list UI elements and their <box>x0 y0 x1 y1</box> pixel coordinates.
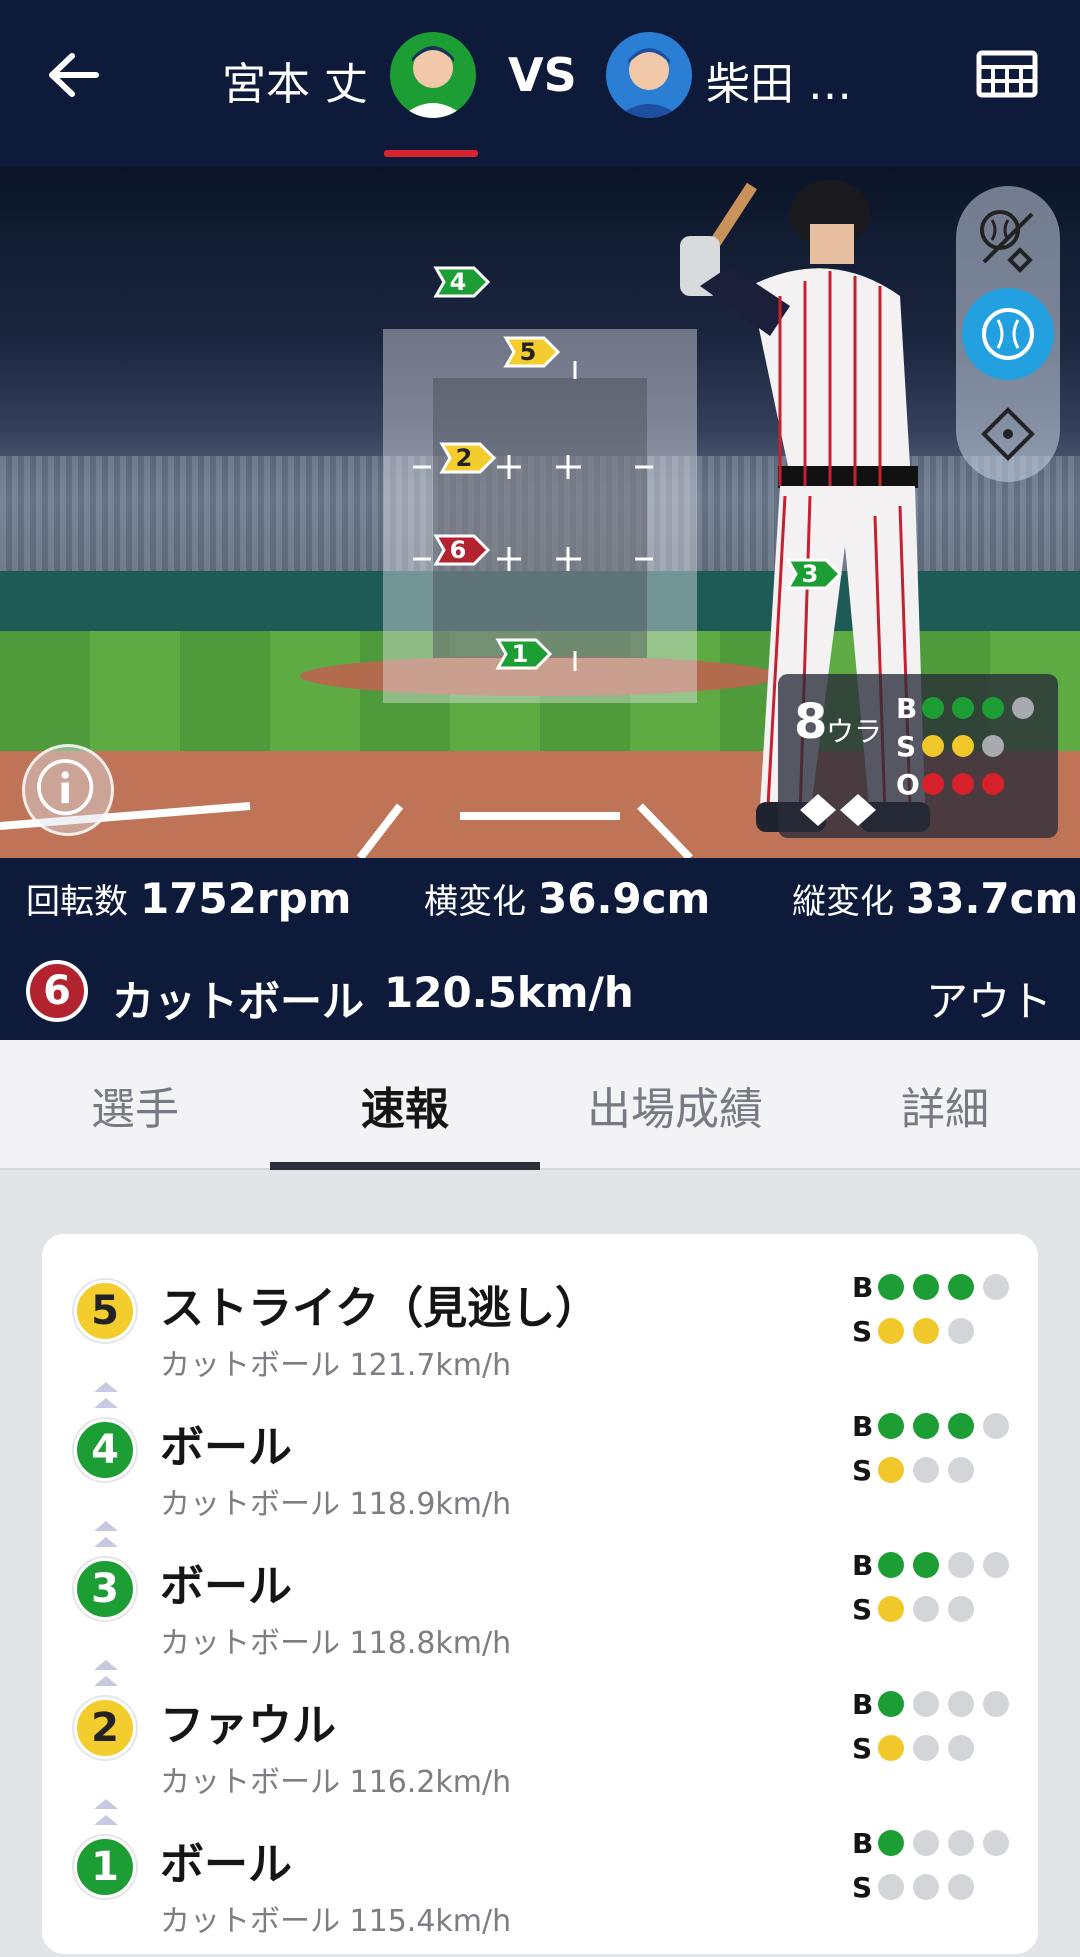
ball-dot <box>952 697 974 719</box>
pitch-number-badge: 4 <box>74 1419 136 1481</box>
strike-count: S <box>852 1315 983 1348</box>
strike-count: S <box>896 730 1012 763</box>
pitch-result: ファウル <box>160 1700 336 1751</box>
pitch-detail: カットボール 118.9km/h <box>160 1487 512 1522</box>
ball-count: B <box>852 1549 1018 1582</box>
ball-count: B <box>852 1271 1018 1304</box>
horizontal-break: 横変化 36.9cm <box>424 874 711 923</box>
strike-dot <box>982 735 1004 757</box>
tab-live[interactable]: 速報 <box>270 1040 540 1170</box>
info-icon <box>37 759 94 816</box>
vertical-break: 縦変化 33.7cm <box>792 874 1079 923</box>
pitch-marker-5[interactable]: 5 <box>502 334 560 370</box>
pitch-marker-6[interactable]: 6 <box>432 532 490 568</box>
pitch-field-view: 4 5 2 6 3 1 8 ウラ B S O <box>0 166 1080 858</box>
scoreboard-icon[interactable] <box>976 50 1038 98</box>
pitch-number-badge: 1 <box>74 1836 136 1898</box>
diamond-icon[interactable] <box>962 384 1054 476</box>
out-dot <box>922 773 944 795</box>
tab-bar: 選手 速報 出場成績 詳細 <box>0 1040 1080 1170</box>
zone-grid <box>413 361 653 671</box>
pitch-log-item[interactable]: 5 ストライク（見逃し） カットボール 121.7km/h B S <box>42 1262 1038 1408</box>
pitch-log-item[interactable]: 1 ボール カットボール 115.4km/h B S <box>42 1818 1038 1957</box>
pitch-marker-1[interactable]: 1 <box>494 636 552 672</box>
pitcher-name[interactable]: 宮本 丈 <box>222 48 368 112</box>
pitch-marker-3[interactable]: 3 <box>784 556 842 592</box>
tab-players[interactable]: 選手 <box>0 1040 270 1170</box>
pitch-result: ストライク（見逃し） <box>160 1283 600 1334</box>
pitch-detail: カットボール 118.8km/h <box>160 1626 512 1661</box>
base-runners <box>800 794 876 826</box>
active-tab-indicator <box>270 1162 540 1170</box>
out-dot <box>952 773 974 795</box>
pitch-result: ボール <box>160 1839 292 1890</box>
view-tools <box>956 186 1060 482</box>
pitch-detail: カットボール 116.2km/h <box>160 1765 512 1800</box>
pitch-type-icon[interactable] <box>962 192 1054 284</box>
pitch-number-badge: 5 <box>74 1280 136 1342</box>
ball-dot <box>922 697 944 719</box>
strike-count: S <box>852 1732 983 1765</box>
strike-count: S <box>852 1593 983 1626</box>
strike-dot <box>952 735 974 757</box>
app-header: 宮本 丈 VS 柴田 … <box>0 0 1080 166</box>
ball-dot <box>1012 697 1034 719</box>
spin-rate: 回転数 1752rpm <box>26 874 352 923</box>
pitch-result: ボール <box>160 1422 292 1473</box>
active-player-underline <box>384 150 478 157</box>
pitch-detail: カットボール 121.7km/h <box>160 1348 512 1383</box>
ball-count: B <box>896 692 1042 725</box>
strike-dot <box>922 735 944 757</box>
baseball-icon <box>982 308 1034 360</box>
vs-label: VS <box>508 48 577 102</box>
pitch-marker-2[interactable]: 2 <box>438 440 496 476</box>
strike-count: S <box>852 1454 983 1487</box>
current-pitch-type: カットボール <box>112 977 365 1026</box>
current-pitch-speed: 120.5km/h <box>384 968 634 1017</box>
out-dot <box>982 773 1004 795</box>
pitch-log-item[interactable]: 4 ボール カットボール 118.9km/h B S <box>42 1401 1038 1547</box>
inning-number: 8 <box>794 694 828 750</box>
ball-count: B <box>852 1827 1018 1860</box>
pitcher-avatar[interactable] <box>390 32 476 118</box>
ball-dot <box>982 697 1004 719</box>
pitch-info-panel: 回転数 1752rpm 横変化 36.9cm 縦変化 33.7cm 6 カットボ… <box>0 858 1080 1040</box>
count-panel: 8 ウラ B S O <box>778 674 1058 838</box>
matchup: 宮本 丈 VS 柴田 … <box>0 26 1080 126</box>
pitch-log-card: 5 ストライク（見逃し） カットボール 121.7km/h B S 4 ボール … <box>42 1234 1038 1954</box>
tool-pitch-view[interactable] <box>962 288 1054 380</box>
pitch-result: ボール <box>160 1561 292 1612</box>
batter-avatar[interactable] <box>606 32 692 118</box>
inning-half: ウラ <box>826 715 883 748</box>
current-pitch-result: アウト <box>925 977 1052 1026</box>
current-pitch-number: 6 <box>26 960 88 1022</box>
pitch-log-item[interactable]: 2 ファウル カットボール 116.2km/h B S <box>42 1679 1038 1825</box>
out-count: O <box>896 768 1012 801</box>
pitch-marker-4[interactable]: 4 <box>432 264 490 300</box>
pitch-number-badge: 3 <box>74 1558 136 1620</box>
pitch-log-item[interactable]: 3 ボール カットボール 118.8km/h B S <box>42 1540 1038 1686</box>
ball-count: B <box>852 1410 1018 1443</box>
tab-details[interactable]: 詳細 <box>810 1040 1080 1170</box>
pitch-number-badge: 2 <box>74 1697 136 1759</box>
ball-count: B <box>852 1688 1018 1721</box>
strike-count: S <box>852 1871 983 1904</box>
info-button[interactable] <box>22 744 114 836</box>
tab-stats[interactable]: 出場成績 <box>540 1040 810 1170</box>
pitch-detail: カットボール 115.4km/h <box>160 1904 512 1939</box>
batter-name[interactable]: 柴田 … <box>706 48 852 112</box>
